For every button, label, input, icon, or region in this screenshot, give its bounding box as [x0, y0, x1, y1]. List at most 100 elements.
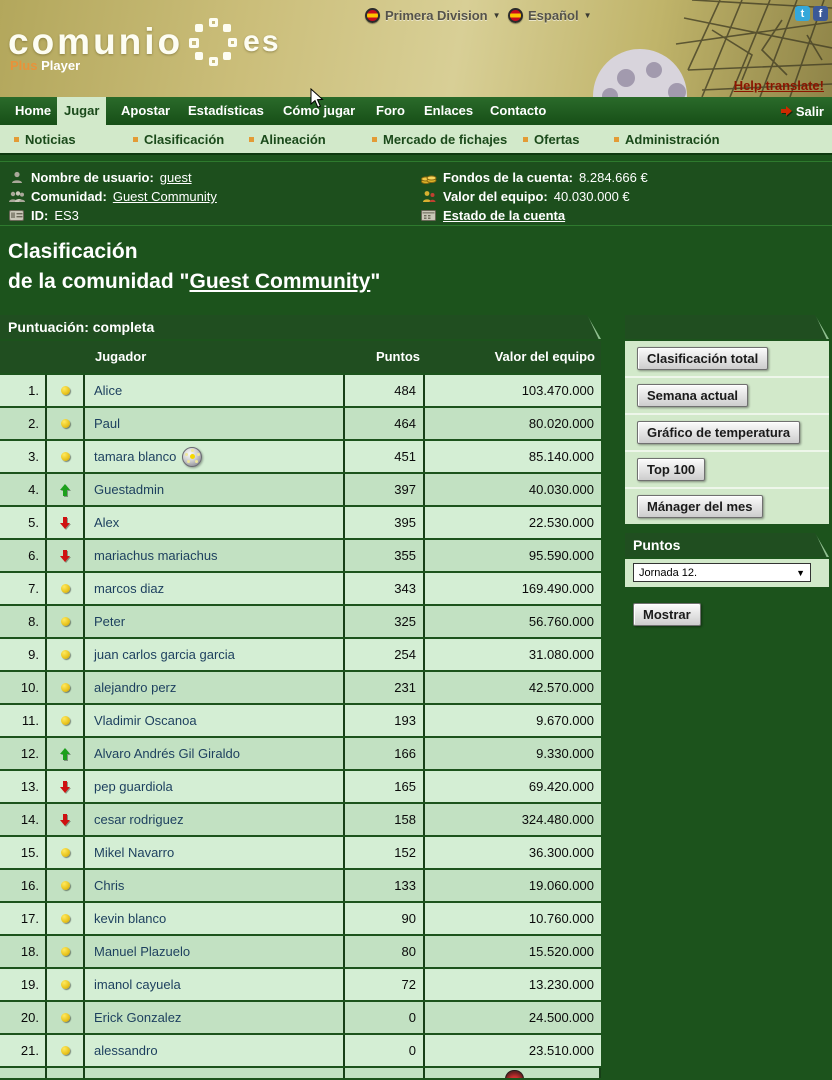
- player-name-link[interactable]: Chris: [85, 870, 345, 901]
- points-cell: 0: [345, 1035, 425, 1066]
- sub-nav: Noticias Clasificación Alineación Mercado d…: [0, 125, 832, 155]
- player-name-link[interactable]: alejandro perz: [85, 672, 345, 703]
- user-info-bar: Nombre de usuario: guest Comunidad: Gues…: [0, 161, 832, 226]
- nav-item-contacto[interactable]: Contacto: [483, 97, 553, 125]
- account-status-link[interactable]: Estado de la cuenta: [443, 208, 565, 223]
- player-name-link[interactable]: cesar rodriguez: [85, 804, 345, 835]
- player-name-link[interactable]: Vladimir Oscanoa: [85, 705, 345, 736]
- facebook-icon[interactable]: f: [813, 6, 828, 21]
- rank-cell: 7.: [0, 573, 47, 604]
- logout-link[interactable]: Salir: [781, 97, 824, 125]
- sidebar-button-grafico-de-temperatura[interactable]: Gráfico de temperatura: [637, 421, 800, 444]
- nav-item-enlaces[interactable]: Enlaces: [417, 97, 480, 125]
- value-cell: 85.140.000: [425, 441, 601, 472]
- league-dropdown[interactable]: Primera Division ▼: [365, 8, 501, 23]
- player-name-link[interactable]: Guestadmin: [85, 474, 345, 505]
- player-name-link[interactable]: Mikel Navarro: [85, 837, 345, 868]
- subnav-item-noticias[interactable]: Noticias: [14, 125, 76, 155]
- subnav-item-mercado-de-fichajes[interactable]: Mercado de fichajes: [372, 125, 507, 155]
- player-name-link[interactable]: imanol cayuela: [85, 969, 345, 1000]
- player-name-link[interactable]: mariachus mariachus: [85, 540, 345, 571]
- table-row: 14.cesar rodriguez158324.480.000: [0, 804, 601, 835]
- value-cell: 13.230.000: [425, 969, 601, 1000]
- subnav-item-alineacion[interactable]: Alineación: [249, 125, 326, 155]
- language-dropdown-label: Español: [528, 8, 579, 23]
- team-value-icon: [420, 190, 437, 203]
- points-section-header: Puntos: [625, 533, 829, 557]
- language-dropdown[interactable]: Español ▼: [508, 8, 592, 23]
- sidebar-button-manager-del-mes[interactable]: Mánager del mes: [637, 495, 763, 518]
- points-cell: 325: [345, 606, 425, 637]
- username-value-link[interactable]: guest: [160, 170, 192, 185]
- player-name-link[interactable]: Alice: [85, 375, 345, 406]
- player-name-link[interactable]: Alex: [85, 507, 345, 538]
- trend-up-icon: [60, 484, 70, 496]
- community-link[interactable]: Guest Community: [189, 270, 370, 293]
- trend-cell: [47, 804, 85, 835]
- nav-item-estadisticas[interactable]: Estadísticas: [181, 97, 271, 125]
- points-cell: 231: [345, 672, 425, 703]
- twitter-icon[interactable]: t: [795, 6, 810, 21]
- player-name-link[interactable]: Peter: [85, 606, 345, 637]
- username-line: Nombre de usuario: guest: [8, 168, 217, 187]
- player-name-link[interactable]: kevin blanco: [85, 903, 345, 934]
- points-cell: 464: [345, 408, 425, 439]
- community-value-link[interactable]: Guest Community: [113, 189, 217, 204]
- chevron-down-icon: ▼: [584, 11, 592, 20]
- trend-same-icon: [61, 881, 70, 890]
- value-cell: 80.020.000: [425, 408, 601, 439]
- points-cell: 254: [345, 639, 425, 670]
- trend-cell: [47, 936, 85, 967]
- player-name-link[interactable]: Alvaro Andrés Gil Giraldo: [85, 738, 345, 769]
- value-cell: 69.420.000: [425, 771, 601, 802]
- nav-item-apostar[interactable]: Apostar: [114, 97, 177, 125]
- trend-same-icon: [61, 1013, 70, 1022]
- table-row: 5.Alex39522.530.000: [0, 507, 601, 538]
- nav-item-jugar[interactable]: Jugar: [57, 97, 106, 125]
- trend-cell: [47, 573, 85, 604]
- nav-item-foro[interactable]: Foro: [369, 97, 412, 125]
- rank-cell: 21.: [0, 1035, 47, 1066]
- player-name-link[interactable]: juan carlos garcia garcia: [85, 639, 345, 670]
- player-name-link[interactable]: alessandro: [85, 1035, 345, 1066]
- player-name-link[interactable]: pep guardiola: [85, 771, 345, 802]
- rank-cell: 1.: [0, 375, 47, 406]
- plus-player-label: Plus Player: [10, 58, 80, 73]
- trend-cell: [47, 441, 85, 472]
- subnav-item-ofertas[interactable]: Ofertas: [523, 125, 580, 155]
- sidebar-button-semana-actual[interactable]: Semana actual: [637, 384, 748, 407]
- sidebar-button-top-100[interactable]: Top 100: [637, 458, 705, 481]
- column-header-value: Valor del equipo: [495, 341, 595, 373]
- player-name-link[interactable]: Erick Gonzalez: [85, 1002, 345, 1033]
- mostrar-button[interactable]: Mostrar: [633, 603, 701, 626]
- subnav-item-clasificacion[interactable]: Clasificación: [133, 125, 224, 155]
- trend-cell: [47, 639, 85, 670]
- help-translate-link[interactable]: Help translate!: [734, 78, 824, 93]
- points-section-title: Puntos: [633, 537, 680, 553]
- value-cell: 103.470.000: [425, 375, 601, 406]
- rank-cell: 5.: [0, 507, 47, 538]
- points-cell: 80: [345, 936, 425, 967]
- team-value-value: 40.030.000 €: [554, 189, 630, 204]
- subnav-item-administracion[interactable]: Administración: [614, 125, 720, 155]
- table-column-headers: Jugador Puntos Valor del equipo: [0, 341, 601, 373]
- rank-cell: 15.: [0, 837, 47, 868]
- trend-same-icon: [61, 947, 70, 956]
- trend-cell: [47, 771, 85, 802]
- player-name-link[interactable]: marcos diaz: [85, 573, 345, 604]
- player-name-link[interactable]: tamara blanco: [85, 441, 345, 472]
- player-name-link[interactable]: Manuel Plazuelo: [85, 936, 345, 967]
- player-name-link[interactable]: Paul: [85, 408, 345, 439]
- value-cell: 56.760.000: [425, 606, 601, 637]
- rank-cell: 10.: [0, 672, 47, 703]
- points-cell: 72: [345, 969, 425, 1000]
- table-row: 8.Peter32556.760.000: [0, 606, 601, 637]
- sidebar-button-clasificacion-total[interactable]: Clasificación total: [637, 347, 768, 370]
- value-cell: 9.670.000: [425, 705, 601, 736]
- funds-label: Fondos de la cuenta:: [443, 170, 573, 185]
- jornada-select-value: Jornada 12.: [639, 567, 697, 579]
- jornada-select[interactable]: Jornada 12. ▼: [633, 563, 811, 582]
- rank-cell: 6.: [0, 540, 47, 571]
- trend-cell: [47, 672, 85, 703]
- nav-item-home[interactable]: Home: [8, 97, 58, 125]
